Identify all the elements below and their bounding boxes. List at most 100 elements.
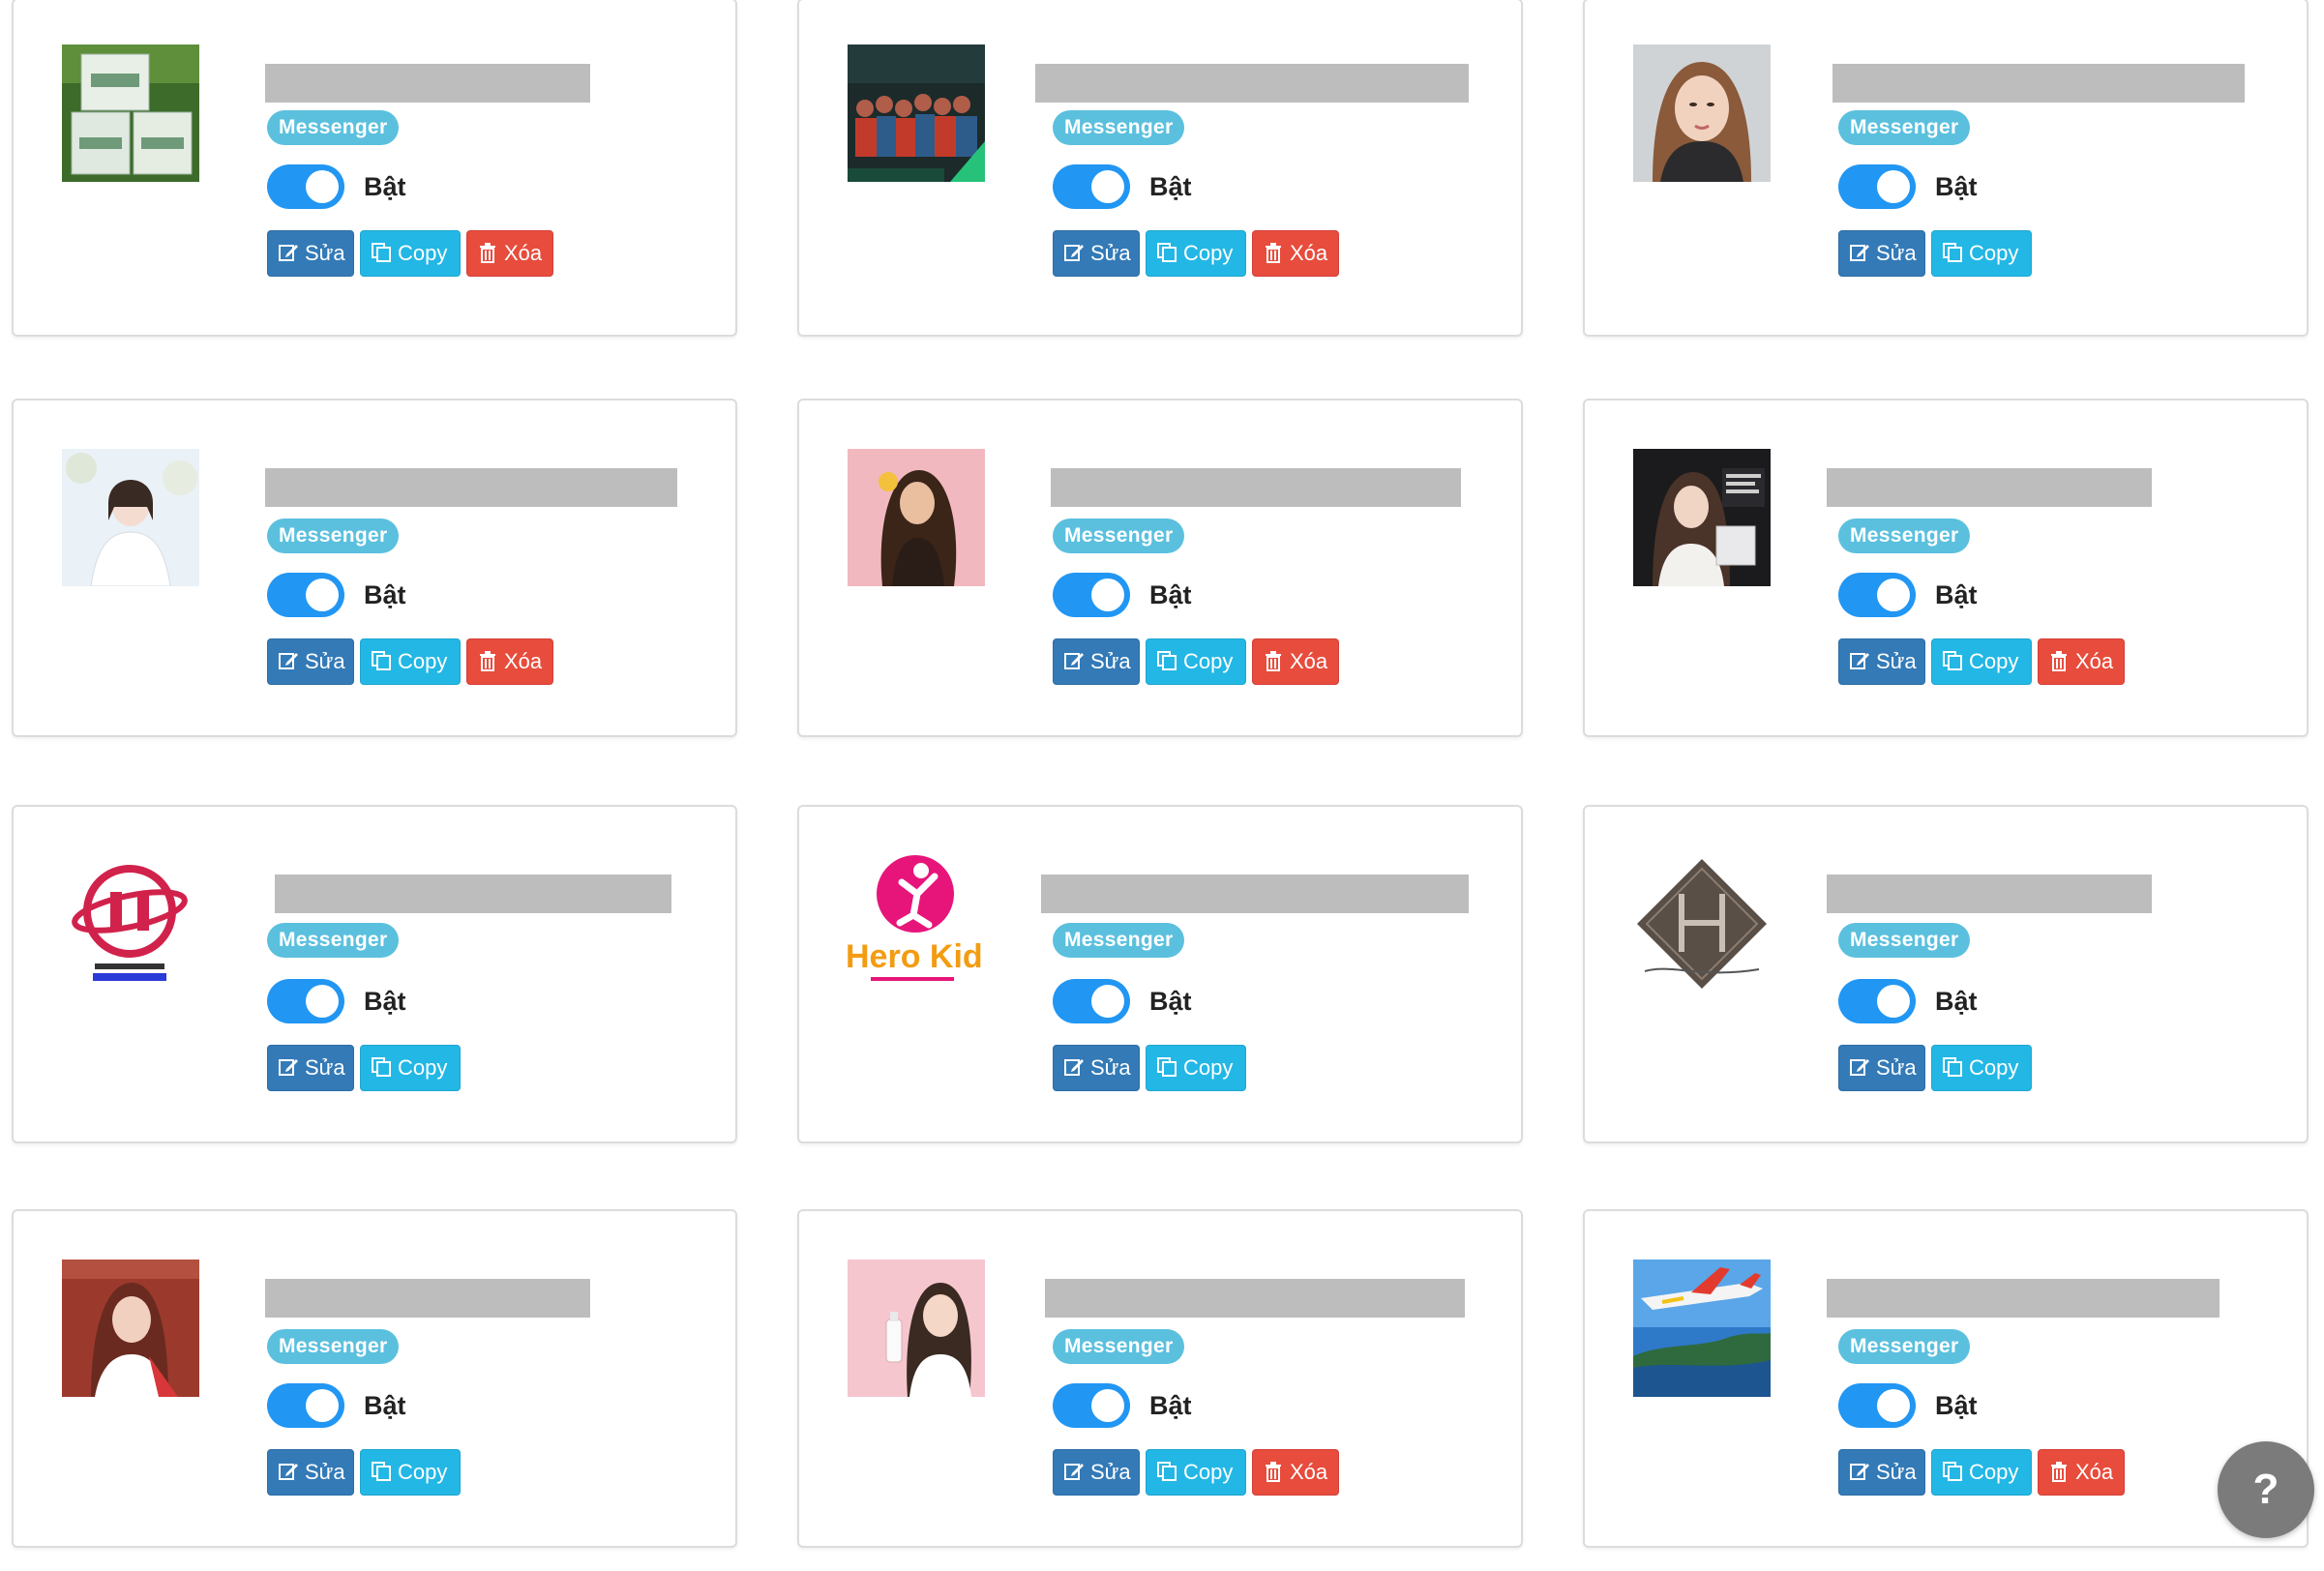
status-toggle[interactable]	[267, 164, 344, 209]
edit-button[interactable]: Sửa	[267, 1045, 354, 1091]
page-card: Messenger Bật Sửa Copy Xóa	[797, 399, 1523, 737]
edit-button[interactable]: Sửa	[267, 230, 354, 277]
trash-icon	[2051, 1462, 2067, 1482]
edit-button[interactable]: Sửa	[1053, 230, 1140, 277]
page-name-redacted	[1832, 64, 2245, 103]
delete-button[interactable]: Xóa	[2038, 1449, 2125, 1496]
messenger-badge: Messenger	[1053, 519, 1185, 553]
status-label: Bật	[364, 987, 406, 1016]
status-toggle[interactable]	[1838, 573, 1916, 617]
page-name-redacted	[1035, 64, 1469, 103]
status-toggle[interactable]	[1838, 1383, 1916, 1428]
edit-icon	[1850, 653, 1869, 669]
copy-button[interactable]: Copy	[1146, 1449, 1246, 1496]
status-toggle[interactable]	[1838, 979, 1916, 1023]
copy-button[interactable]: Copy	[360, 1449, 461, 1496]
messenger-badge: Messenger	[1053, 1329, 1185, 1364]
page-name-redacted	[1827, 874, 2152, 913]
toggle-knob	[1877, 578, 1910, 611]
messenger-badge: Messenger	[1838, 519, 1971, 553]
page-card: Messenger Bật Sửa Copy	[1583, 805, 2309, 1143]
status-toggle[interactable]	[1053, 573, 1130, 617]
status-toggle[interactable]	[267, 979, 344, 1023]
edit-icon	[279, 1059, 298, 1076]
trash-icon	[1266, 243, 1281, 263]
status-label: Bật	[1935, 172, 1978, 201]
copy-button[interactable]: Copy	[1931, 638, 2032, 685]
edit-button[interactable]: Sửa	[267, 1449, 354, 1496]
copy-button[interactable]: Copy	[1931, 1449, 2032, 1496]
copy-button[interactable]: Copy	[360, 1045, 461, 1091]
page-name-redacted	[265, 1279, 590, 1318]
page-card: Messenger Bật Sửa Copy Xóa	[12, 399, 737, 737]
status-toggle[interactable]	[1838, 164, 1916, 209]
status-label: Bật	[364, 172, 406, 201]
edit-button[interactable]: Sửa	[1053, 638, 1140, 685]
delete-button[interactable]: Xóa	[466, 230, 553, 277]
trash-icon	[2051, 651, 2067, 671]
copy-icon	[1943, 651, 1962, 670]
copy-button[interactable]: Copy	[1146, 230, 1246, 277]
trash-icon	[480, 651, 495, 671]
edit-icon	[279, 1464, 298, 1480]
page-list-grid: Messenger Bật Sửa Copy Xóa Messenger Bật…	[0, 0, 2324, 1571]
messenger-badge: Messenger	[267, 923, 400, 958]
edit-icon	[1064, 1464, 1084, 1480]
status-toggle[interactable]	[1053, 979, 1130, 1023]
page-card: Messenger Bật Sửa Copy Xóa	[12, 0, 737, 337]
copy-icon	[1943, 243, 1962, 262]
toggle-knob	[1091, 170, 1124, 203]
toggle-knob	[306, 170, 339, 203]
toggle-knob	[306, 578, 339, 611]
edit-button[interactable]: Sửa	[1053, 1045, 1140, 1091]
toggle-knob	[306, 1389, 339, 1422]
copy-button[interactable]: Copy	[1931, 1045, 2032, 1091]
messenger-badge: Messenger	[1053, 923, 1185, 958]
status-label: Bật	[1935, 580, 1978, 609]
status-toggle[interactable]	[1053, 1383, 1130, 1428]
status-toggle[interactable]	[267, 1383, 344, 1428]
copy-icon	[1157, 651, 1177, 670]
copy-button[interactable]: Copy	[360, 638, 461, 685]
toggle-knob	[1877, 1389, 1910, 1422]
trash-icon	[480, 243, 495, 263]
edit-button[interactable]: Sửa	[1838, 638, 1925, 685]
status-label: Bật	[1935, 1391, 1978, 1420]
edit-button[interactable]: Sửa	[1838, 230, 1925, 277]
page-avatar	[62, 44, 199, 182]
page-avatar	[62, 855, 199, 993]
edit-icon	[279, 245, 298, 261]
messenger-badge: Messenger	[267, 110, 400, 145]
page-card: Hero Kids Messenger Bật Sửa Copy	[797, 805, 1523, 1143]
copy-button[interactable]: Copy	[1146, 638, 1246, 685]
page-name-redacted	[1041, 874, 1469, 913]
page-card: Messenger Bật Sửa Copy	[12, 1209, 737, 1548]
delete-button[interactable]: Xóa	[1252, 638, 1339, 685]
page-avatar	[1633, 855, 1771, 993]
page-avatar	[848, 44, 985, 182]
page-name-redacted	[275, 874, 671, 913]
status-toggle[interactable]	[267, 573, 344, 617]
help-button[interactable]: ?	[2218, 1441, 2314, 1538]
delete-button[interactable]: Xóa	[2038, 638, 2125, 685]
edit-button[interactable]: Sửa	[1838, 1045, 1925, 1091]
copy-icon	[1157, 1462, 1177, 1481]
copy-button[interactable]: Copy	[360, 230, 461, 277]
status-toggle[interactable]	[1053, 164, 1130, 209]
edit-button[interactable]: Sửa	[1053, 1449, 1140, 1496]
page-card: Messenger Bật Sửa Copy	[12, 805, 737, 1143]
edit-icon	[1064, 245, 1084, 261]
delete-button[interactable]: Xóa	[1252, 230, 1339, 277]
page-avatar	[62, 449, 199, 586]
delete-button[interactable]: Xóa	[1252, 1449, 1339, 1496]
copy-button[interactable]: Copy	[1146, 1045, 1246, 1091]
status-label: Bật	[1935, 987, 1978, 1016]
delete-button[interactable]: Xóa	[466, 638, 553, 685]
page-name-redacted	[1051, 468, 1461, 507]
edit-button[interactable]: Sửa	[267, 638, 354, 685]
copy-icon	[372, 1057, 391, 1077]
status-label: Bật	[1149, 1391, 1192, 1420]
status-label: Bật	[364, 580, 406, 609]
copy-button[interactable]: Copy	[1931, 230, 2032, 277]
edit-button[interactable]: Sửa	[1838, 1449, 1925, 1496]
